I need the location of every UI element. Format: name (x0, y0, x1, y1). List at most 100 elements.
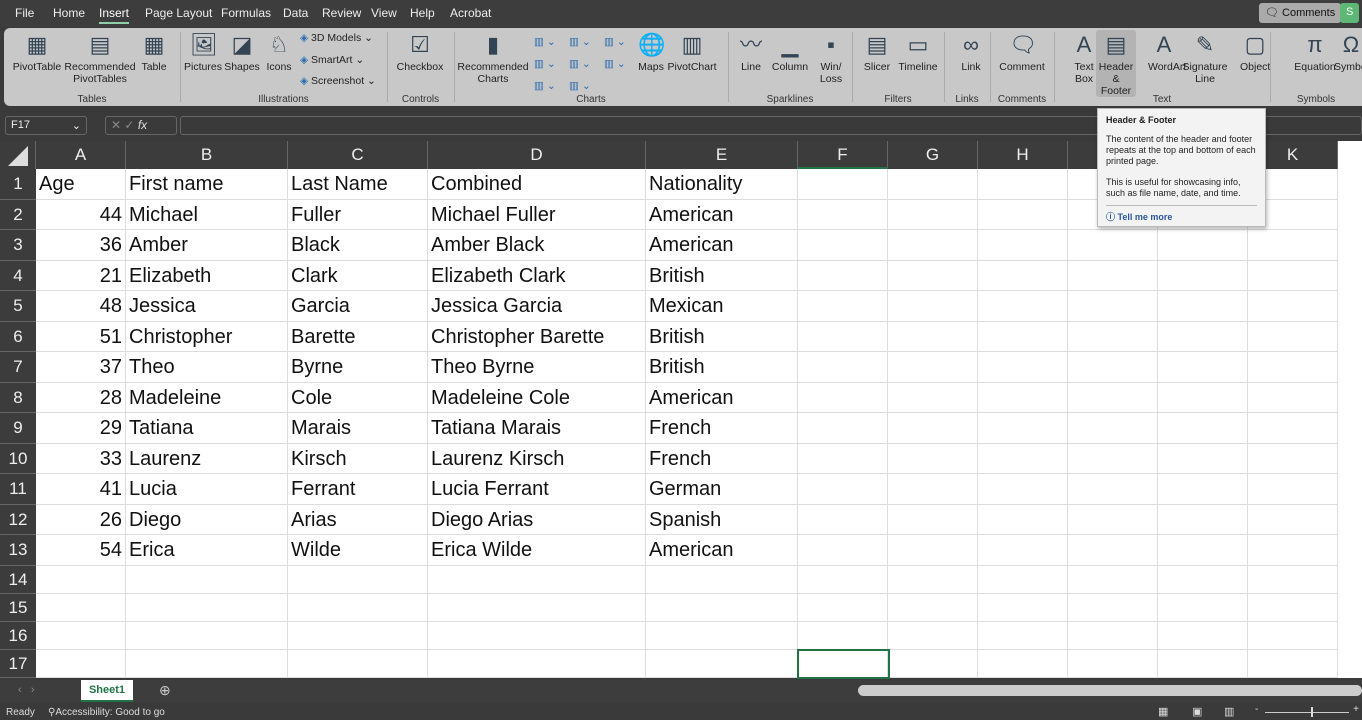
menu-tab-acrobat[interactable]: Acrobat (450, 6, 491, 20)
row-header[interactable]: 1 (0, 169, 36, 200)
cell-H6[interactable] (978, 321, 1068, 352)
screenshot-button[interactable]: ◈ Screenshot ⌄ (300, 75, 376, 87)
cell-C13[interactable]: Wilde (288, 535, 428, 566)
sheet-scroll-arrows[interactable]: ‹ › (18, 684, 35, 696)
link-button[interactable]: ∞ Link (956, 30, 986, 73)
cell-C11[interactable]: Ferrant (288, 474, 428, 505)
comment-button[interactable]: 🗨 Comment (996, 30, 1048, 73)
cell-J14[interactable] (1158, 565, 1248, 594)
cell-A5[interactable]: 48 (36, 291, 126, 322)
cell-J6[interactable] (1158, 321, 1248, 352)
cell-G13[interactable] (888, 535, 978, 566)
cell-K9[interactable] (1248, 413, 1338, 444)
cell-B14[interactable] (126, 565, 288, 594)
cell-F4[interactable] (798, 260, 888, 291)
chart-type-icon[interactable]: ▥ ⌄ (604, 36, 626, 48)
cell-I5[interactable] (1068, 291, 1158, 322)
cell-K14[interactable] (1248, 565, 1338, 594)
cell-C9[interactable]: Marais (288, 413, 428, 444)
slicer-button[interactable]: ▤ Slicer (860, 30, 894, 73)
menu-tab-insert[interactable]: Insert (99, 6, 130, 24)
page-break-view-icon[interactable]: ▥ (1224, 705, 1234, 718)
cell-J13[interactable] (1158, 535, 1248, 566)
cell-B4[interactable]: Elizabeth (126, 260, 288, 291)
cell-I16[interactable] (1068, 621, 1158, 650)
cell-A1[interactable]: Age (36, 169, 126, 200)
cell-A12[interactable]: 26 (36, 504, 126, 535)
accessibility-status[interactable]: ⚲Accessibility: Good to go (48, 707, 165, 718)
cell-G5[interactable] (888, 291, 978, 322)
cell-E11[interactable]: German (646, 474, 798, 505)
enter-icon[interactable]: ✓ (124, 118, 134, 132)
cell-J15[interactable] (1158, 593, 1248, 622)
cell-E8[interactable]: American (646, 382, 798, 413)
select-all-corner[interactable] (0, 141, 36, 169)
cell-I15[interactable] (1068, 593, 1158, 622)
cell-J10[interactable] (1158, 443, 1248, 474)
cell-C3[interactable]: Black (288, 230, 428, 261)
wordart-button[interactable]: A WordArt (1148, 30, 1186, 73)
cell-E10[interactable]: French (646, 443, 798, 474)
cell-H9[interactable] (978, 413, 1068, 444)
signature-line-button[interactable]: ✎ Signature Line (1182, 30, 1228, 85)
cell-A13[interactable]: 54 (36, 535, 126, 566)
page-layout-view-icon[interactable]: ▣ (1192, 705, 1202, 718)
cell-C14[interactable] (288, 565, 428, 594)
cell-F5[interactable] (798, 291, 888, 322)
symbol-button[interactable]: ΩSymbol (1334, 30, 1362, 73)
cell-D3[interactable]: Amber Black (428, 230, 646, 261)
normal-view-icon[interactable]: ▦ (1158, 705, 1168, 718)
cell-I17[interactable] (1068, 649, 1158, 678)
cell-G8[interactable] (888, 382, 978, 413)
sheet-tab-sheet1[interactable]: Sheet1 (81, 680, 133, 702)
cell-H17[interactable] (978, 649, 1068, 678)
cell-J4[interactable] (1158, 260, 1248, 291)
cell-B3[interactable]: Amber (126, 230, 288, 261)
cell-E15[interactable] (646, 593, 798, 622)
cell-B12[interactable]: Diego (126, 504, 288, 535)
cell-E9[interactable]: French (646, 413, 798, 444)
cell-K15[interactable] (1248, 593, 1338, 622)
cell-B17[interactable] (126, 649, 288, 678)
pictures-button[interactable]: 🖼 Pictures (184, 30, 222, 73)
cell-J17[interactable] (1158, 649, 1248, 678)
cell-E16[interactable] (646, 621, 798, 650)
cell-G14[interactable] (888, 565, 978, 594)
cell-F16[interactable] (798, 621, 888, 650)
cell-D1[interactable]: Combined (428, 169, 646, 200)
cell-D5[interactable]: Jessica Garcia (428, 291, 646, 322)
table-button[interactable]: ▦ Table (140, 30, 168, 73)
cell-G2[interactable] (888, 199, 978, 230)
equation-button[interactable]: π Equation (1294, 30, 1336, 73)
line-button[interactable]: 〰 Line (736, 30, 766, 73)
row-header[interactable]: 8 (0, 382, 36, 413)
column-header-D[interactable]: D (428, 141, 646, 169)
cell-G9[interactable] (888, 413, 978, 444)
cell-H12[interactable] (978, 504, 1068, 535)
cell-I11[interactable] (1068, 474, 1158, 505)
cell-J7[interactable] (1158, 352, 1248, 383)
cell-E2[interactable]: American (646, 199, 798, 230)
recommended-charts-button[interactable]: ▮ Recommended Charts (456, 30, 530, 85)
name-box[interactable]: F17 ⌄ (5, 116, 87, 135)
cell-E3[interactable]: American (646, 230, 798, 261)
cell-F6[interactable] (798, 321, 888, 352)
cell-I6[interactable] (1068, 321, 1158, 352)
chart-type-icon[interactable]: ▥ ⌄ (534, 80, 556, 92)
column-header-F[interactable]: F (798, 141, 888, 169)
chart-type-icon[interactable]: ▥ ⌄ (604, 58, 626, 70)
win-loss-button[interactable]: ▪ Win/ Loss (816, 30, 846, 85)
cell-C6[interactable]: Barette (288, 321, 428, 352)
cell-K10[interactable] (1248, 443, 1338, 474)
cell-F7[interactable] (798, 352, 888, 383)
cell-J8[interactable] (1158, 382, 1248, 413)
cell-G3[interactable] (888, 230, 978, 261)
row-header[interactable]: 9 (0, 413, 36, 444)
cell-F3[interactable] (798, 230, 888, 261)
cell-G1[interactable] (888, 169, 978, 200)
cell-K4[interactable] (1248, 260, 1338, 291)
column-header-C[interactable]: C (288, 141, 428, 169)
menu-tab-view[interactable]: View (371, 6, 397, 20)
cell-E17[interactable] (646, 649, 798, 678)
row-header[interactable]: 7 (0, 352, 36, 383)
